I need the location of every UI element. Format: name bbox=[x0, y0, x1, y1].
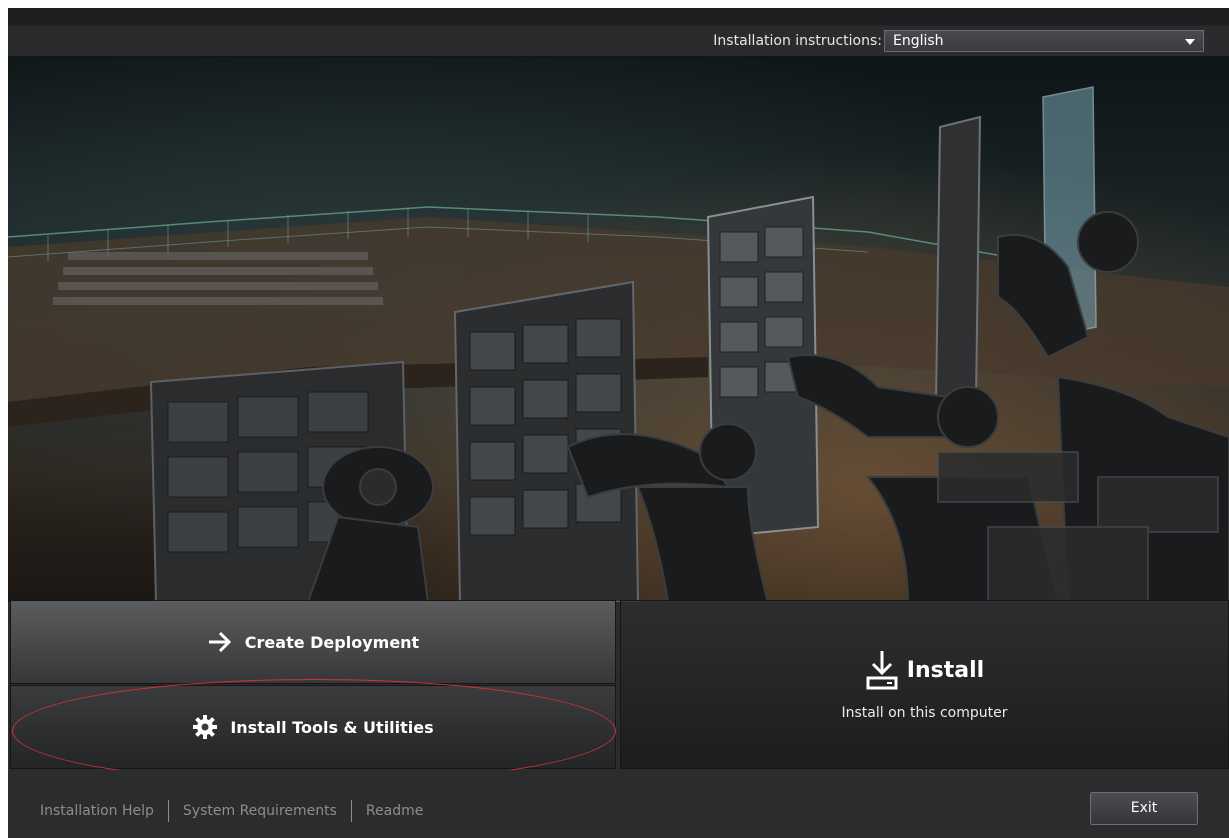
language-select[interactable]: English bbox=[884, 30, 1204, 52]
footer-divider bbox=[167, 800, 169, 822]
footer-links: Installation Help System Requirements Re… bbox=[40, 800, 423, 822]
install-tools-button[interactable]: Install Tools & Utilities bbox=[10, 685, 616, 769]
arrow-right-icon bbox=[208, 631, 231, 653]
top-bar: Installation instructions: English bbox=[8, 8, 1229, 57]
action-panel: Create Deployment Install Tools & Utilit… bbox=[8, 600, 1229, 770]
hero-image bbox=[8, 57, 1229, 602]
hero-illustration bbox=[8, 86, 1229, 602]
language-label: Installation instructions: bbox=[713, 33, 882, 49]
install-tools-label: Install Tools & Utilities bbox=[230, 717, 434, 737]
gear-icon bbox=[193, 715, 218, 739]
system-requirements-link[interactable]: System Requirements bbox=[183, 803, 337, 819]
readme-link[interactable]: Readme bbox=[366, 803, 423, 819]
installer-window: Installation instructions: English Creat… bbox=[8, 8, 1229, 838]
install-sublabel: Install on this computer bbox=[841, 705, 1008, 721]
exit-button[interactable]: Exit bbox=[1090, 792, 1198, 825]
install-heading: Install bbox=[621, 649, 1228, 691]
footer-divider bbox=[350, 800, 352, 822]
install-button[interactable]: Install Install on this computer bbox=[620, 600, 1229, 769]
footer: Installation Help System Requirements Re… bbox=[8, 770, 1229, 838]
create-deployment-button[interactable]: Create Deployment bbox=[10, 600, 616, 684]
create-deployment-label: Create Deployment bbox=[244, 632, 420, 652]
language-selected-value: English bbox=[893, 33, 944, 49]
chevron-down-icon bbox=[1185, 39, 1195, 45]
download-icon bbox=[866, 651, 898, 690]
install-label: Install bbox=[906, 657, 985, 683]
installation-help-link[interactable]: Installation Help bbox=[40, 803, 154, 819]
